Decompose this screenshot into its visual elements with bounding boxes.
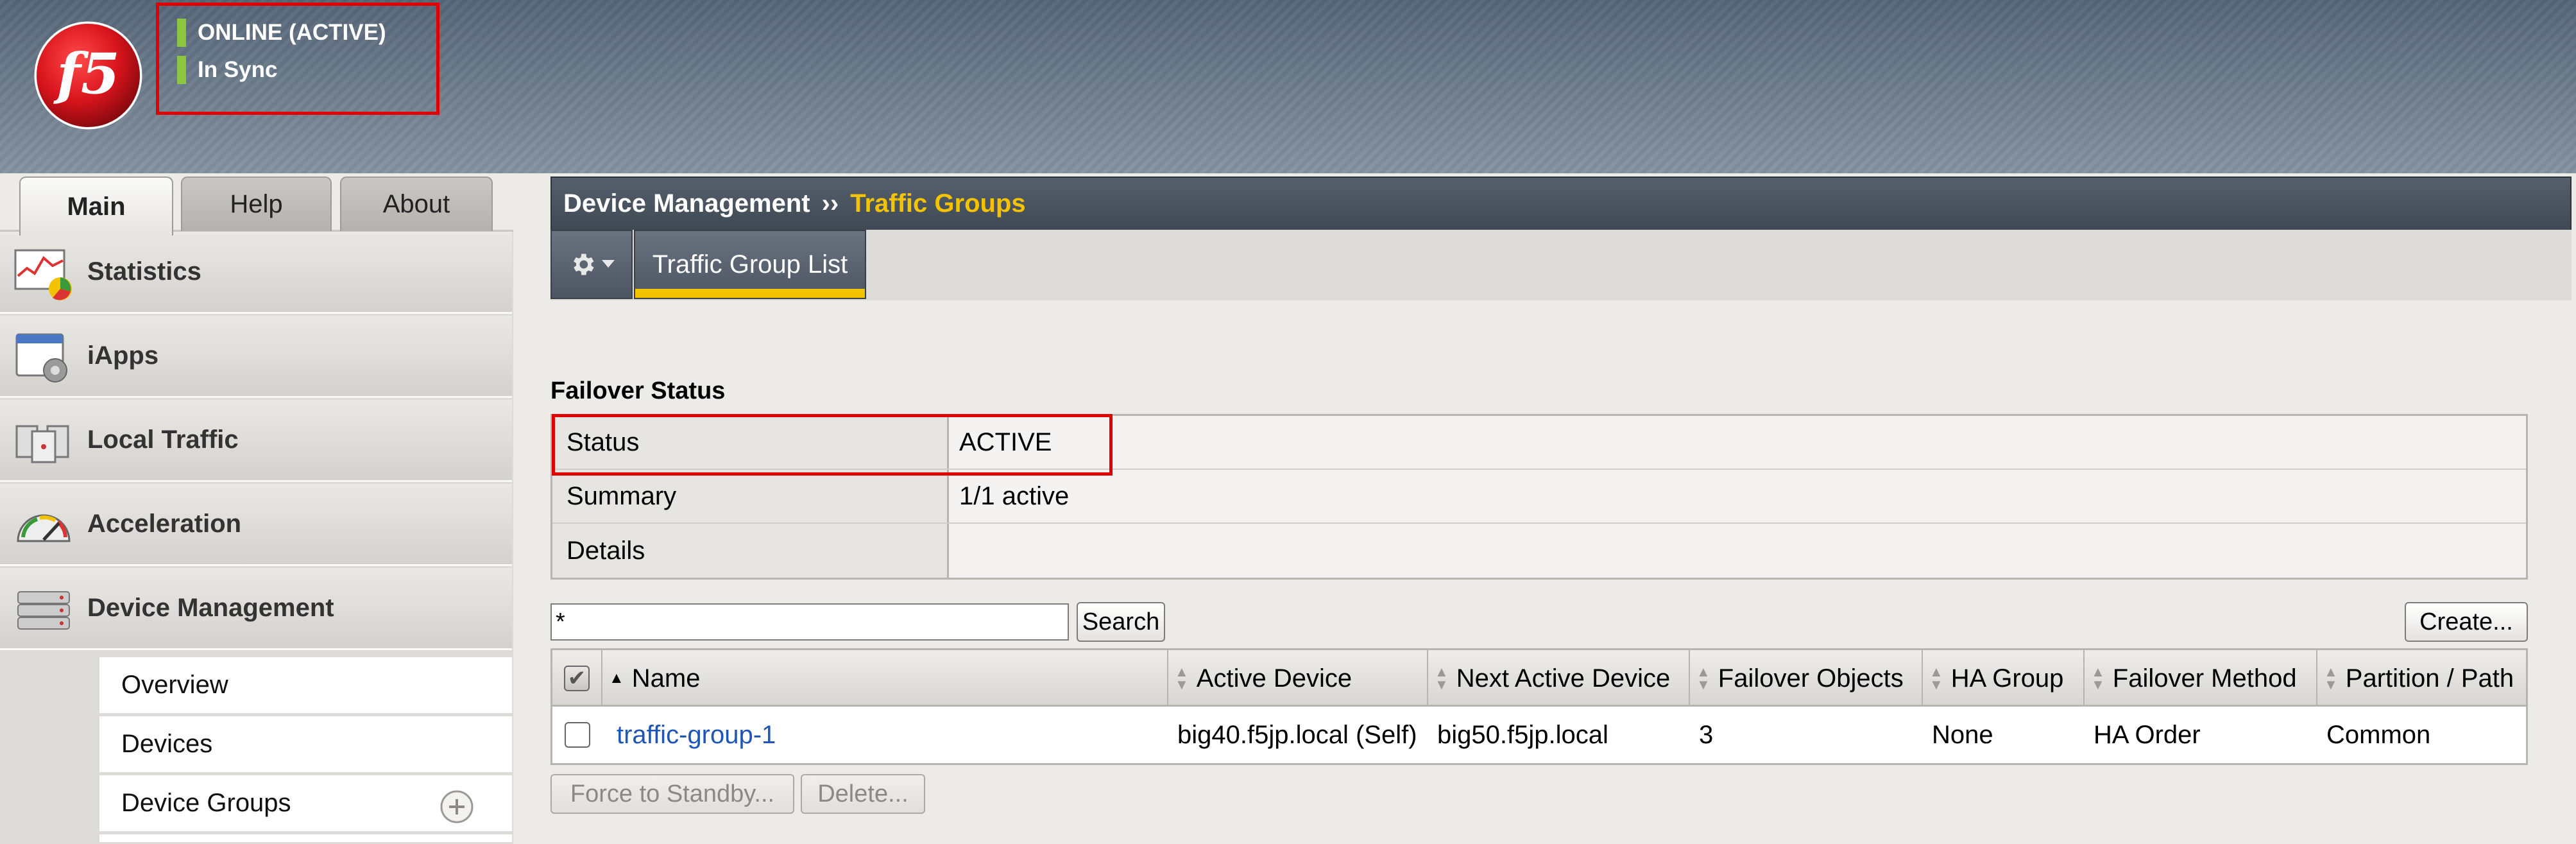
cell-active-device: big40.f5jp.local (Self) (1177, 720, 1417, 749)
delete-button[interactable]: Delete... (801, 774, 925, 814)
failover-summary-label: Summary (552, 470, 949, 522)
nav-label-local-traffic: Local Traffic (87, 426, 239, 454)
nav-local-traffic[interactable]: Local Traffic (0, 400, 512, 482)
column-ha-group-label: HA Group (1950, 664, 2064, 693)
failover-details-value (949, 524, 2526, 578)
system-status-box: ONLINE (ACTIVE) In Sync (156, 3, 439, 115)
nav-iapps[interactable]: iApps (0, 316, 512, 398)
column-partition-path-label: Partition / Path (2345, 664, 2514, 693)
tab-help[interactable]: Help (181, 177, 332, 231)
gear-icon (574, 254, 594, 275)
nav-label-statistics: Statistics (87, 257, 201, 286)
traffic-groups-table: ✔ ▲ Name ▲ ▼ Active Device ▲ ▼ Next Active… (550, 648, 2528, 765)
nav-label-acceleration: Acceleration (87, 510, 242, 538)
column-failover-method[interactable]: ▲ ▼ Failover Method (2085, 650, 2317, 707)
row-checkbox[interactable] (565, 722, 590, 748)
cell-failover-method: HA Order (2094, 720, 2201, 749)
online-status-text: ONLINE (ACTIVE) (198, 20, 386, 45)
nav-label-iapps: iApps (87, 341, 159, 370)
breadcrumb: Device Management ›› Traffic Groups (550, 177, 2572, 231)
subnav-device-groups-label: Device Groups (121, 789, 291, 817)
column-name-label: Name (631, 664, 701, 693)
sort-icon: ▲ ▼ (1929, 664, 1943, 693)
column-active-device-label: Active Device (1196, 664, 1352, 693)
column-failover-objects[interactable]: ▲ ▼ Failover Objects (1690, 650, 1923, 707)
subnav-overview[interactable]: Overview (99, 657, 512, 715)
select-all-checkbox[interactable]: ✔ (564, 666, 590, 691)
sync-status: In Sync (177, 56, 277, 84)
column-failover-method-label: Failover Method (2112, 664, 2297, 693)
select-all-cell: ✔ (552, 650, 602, 707)
nav-device-management[interactable]: Device Management (0, 568, 512, 650)
cell-ha-group: None (1932, 720, 1993, 749)
breadcrumb-section[interactable]: Device Management (563, 189, 810, 218)
sort-ascending-icon: ▲ (609, 669, 624, 687)
f5-logo: f5 (34, 21, 142, 130)
breadcrumb-separator: ›› (821, 189, 839, 218)
column-active-device[interactable]: ▲ ▼ Active Device (1168, 650, 1428, 707)
table-row: traffic-group-1 big40.f5jp.local (Self) … (552, 707, 2526, 763)
sort-icon: ▲ ▼ (2091, 664, 2105, 693)
status-indicator-sync (177, 56, 186, 84)
acceleration-icon (17, 514, 71, 542)
column-failover-objects-label: Failover Objects (1718, 664, 1904, 693)
gear-menu-button[interactable] (550, 230, 633, 299)
subnav-device-groups[interactable]: Device Groups (99, 775, 512, 833)
subnav-devices[interactable]: Devices (99, 716, 512, 774)
status-indicator-online (177, 19, 186, 47)
column-next-active-device[interactable]: ▲ ▼ Next Active Device (1428, 650, 1690, 707)
tab-about[interactable]: About (340, 177, 493, 231)
column-name[interactable]: ▲ Name (602, 650, 1168, 707)
tab-traffic-group-list[interactable]: Traffic Group List (634, 230, 866, 299)
status-highlight-box (552, 414, 1113, 476)
iapps-icon (15, 333, 67, 383)
column-next-active-device-label: Next Active Device (1456, 664, 1671, 693)
logo-text: f5 (53, 41, 120, 107)
failover-details-label: Details (552, 524, 949, 578)
failover-summary-value: 1/1 active (959, 481, 1070, 510)
failover-row-summary: Summary 1/1 active (552, 470, 2526, 524)
force-to-standby-button[interactable]: Force to Standby... (550, 774, 794, 814)
sort-icon: ▲ ▼ (2324, 664, 2338, 693)
traffic-group-link[interactable]: traffic-group-1 (602, 707, 1168, 763)
sort-icon: ▲ ▼ (1175, 664, 1189, 693)
search-input[interactable] (550, 603, 1069, 641)
row-select-cell (552, 707, 602, 763)
cell-next-active-device: big50.f5jp.local (1437, 720, 1608, 749)
statistics-icon (14, 249, 72, 300)
failover-status-title: Failover Status (550, 377, 726, 404)
tab-main[interactable]: Main (19, 177, 173, 236)
nav-acceleration[interactable]: Acceleration (0, 484, 512, 566)
create-button[interactable]: Create... (2405, 602, 2528, 642)
sync-status-text: In Sync (198, 57, 278, 82)
online-status: ONLINE (ACTIVE) (177, 19, 386, 47)
device-management-icon (17, 590, 70, 630)
subnav-more (99, 834, 512, 844)
failover-status-value: ACTIVE (959, 427, 1052, 456)
column-partition-path[interactable]: ▲ ▼ Partition / Path (2317, 650, 2526, 707)
chevron-down-icon (602, 260, 615, 268)
sort-icon: ▲ ▼ (1435, 664, 1449, 693)
nav-label-device-management: Device Management (87, 594, 334, 622)
search-button[interactable]: Search (1077, 602, 1165, 642)
failover-row-details: Details (552, 524, 2526, 578)
cell-failover-objects: 3 (1699, 720, 1714, 749)
table-header: ✔ ▲ Name ▲ ▼ Active Device ▲ ▼ Next Active… (552, 650, 2526, 707)
column-ha-group[interactable]: ▲ ▼ HA Group (1923, 650, 2085, 707)
local-traffic-icon (15, 425, 69, 463)
breadcrumb-current: Traffic Groups (850, 189, 1026, 218)
cell-partition-path: Common (2326, 720, 2431, 749)
nav-statistics[interactable]: Statistics (0, 232, 512, 314)
add-circle-icon[interactable] (439, 789, 474, 824)
sort-icon: ▲ ▼ (1696, 664, 1710, 693)
